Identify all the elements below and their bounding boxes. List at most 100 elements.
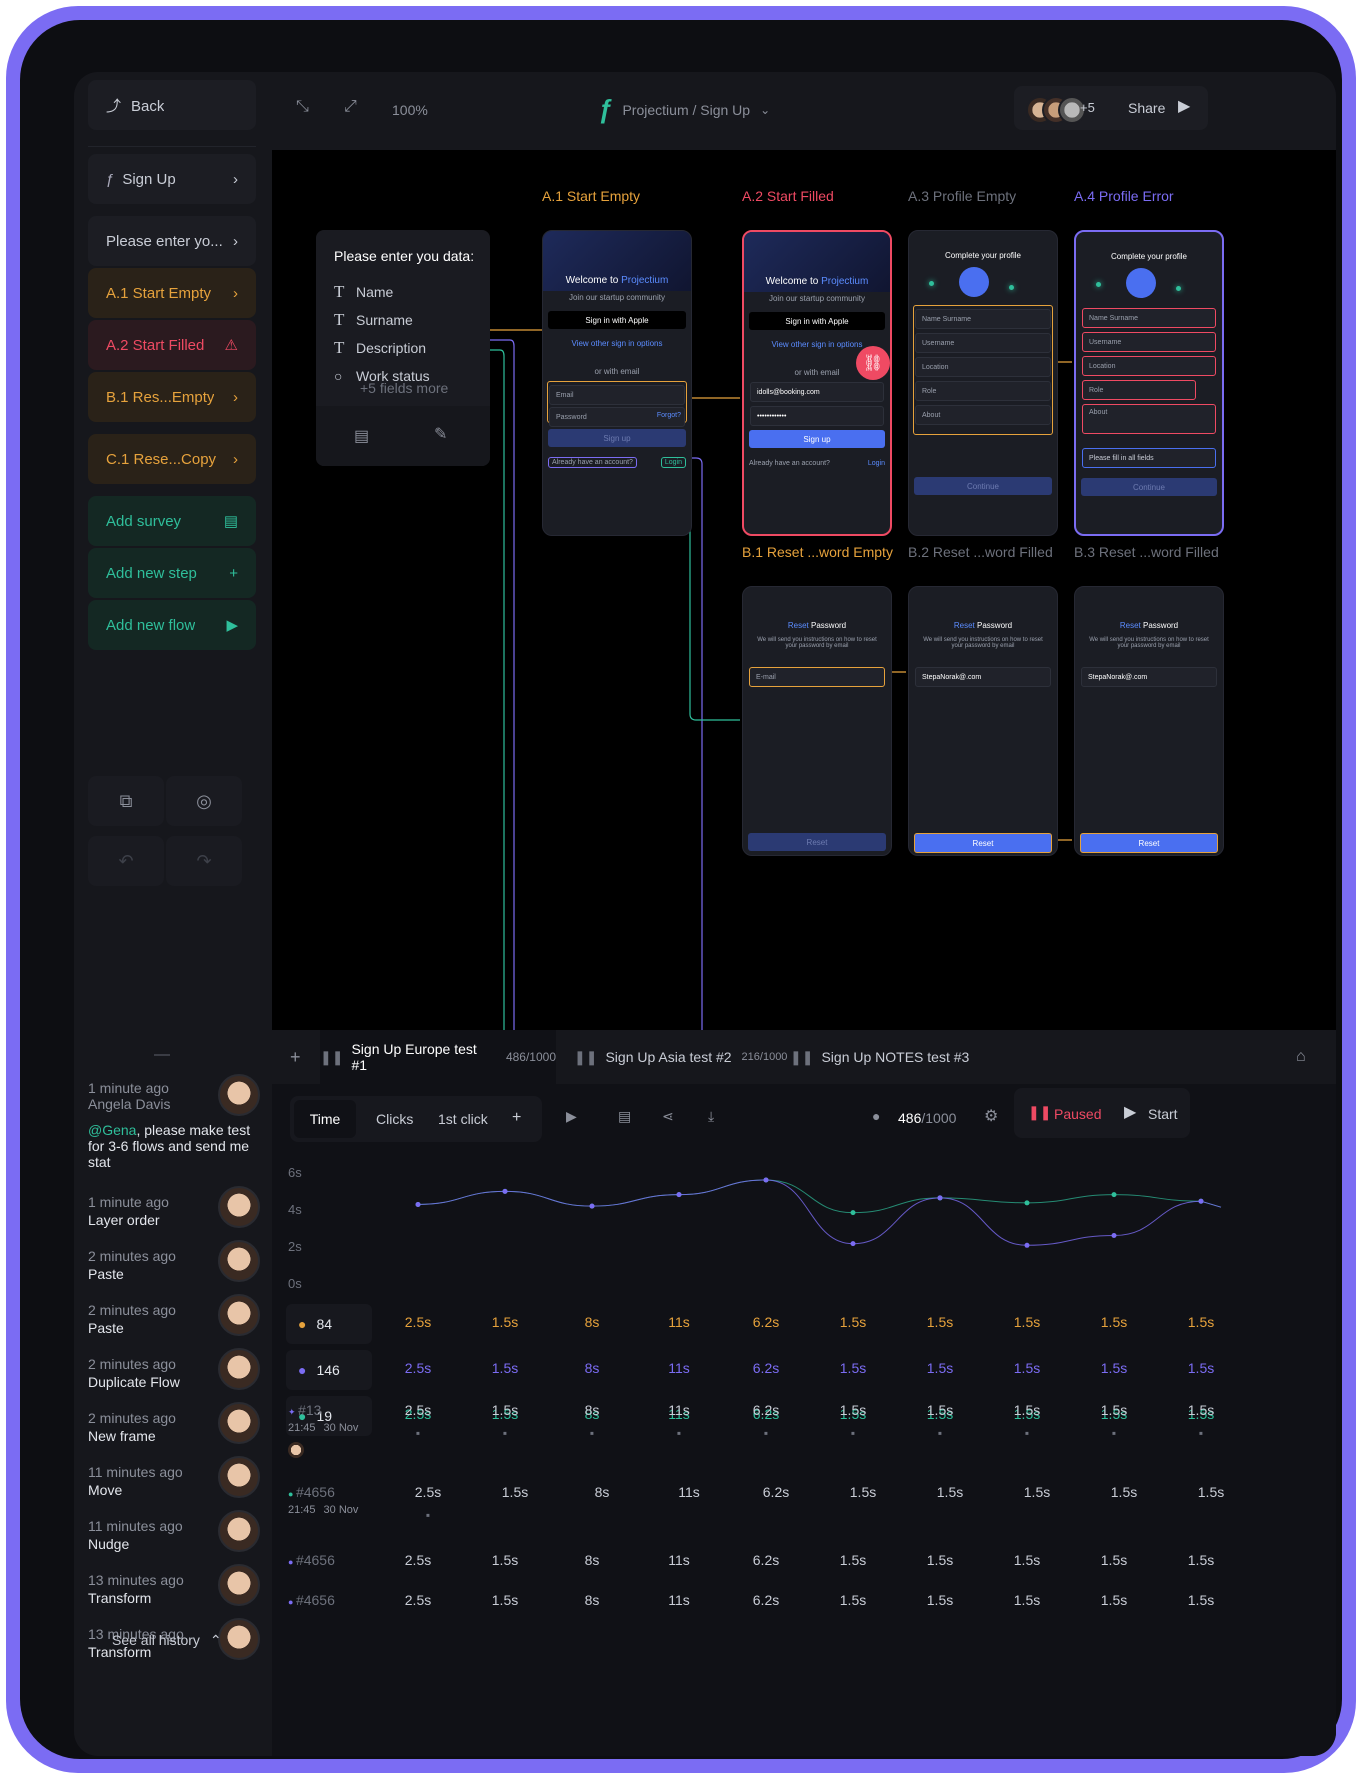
about-field[interactable]: About (915, 405, 1051, 425)
zoom-level[interactable]: 100% (392, 102, 428, 118)
comment-icon[interactable]: ▪ (562, 1426, 622, 1440)
sidebar-item-a2[interactable]: A.2 Start Filled ⚠ (88, 320, 256, 370)
username-field[interactable]: Username (1082, 332, 1216, 352)
frame-b3[interactable]: Reset Password We will send you instruct… (1074, 586, 1224, 856)
data-point[interactable] (589, 1203, 595, 1209)
about-field[interactable]: About (1082, 404, 1216, 434)
session-id[interactable]: ● #4656 (288, 1592, 335, 1608)
copy-icon[interactable]: ⧉ (88, 776, 164, 826)
apple-signin-button[interactable]: Sign in with Apple (749, 312, 885, 330)
play-icon[interactable]: ▶ (1178, 96, 1190, 116)
comment-icon[interactable]: ▪ (736, 1426, 796, 1440)
inbox-icon[interactable]: ⌂ (1296, 1030, 1306, 1084)
reset-button[interactable]: Reset (1080, 833, 1218, 853)
other-options-link[interactable]: View other sign in options (543, 339, 691, 348)
undo-icon[interactable]: ↶ (88, 836, 164, 886)
data-point[interactable] (1111, 1233, 1117, 1238)
password-field[interactable]: •••••••••••• (750, 406, 884, 426)
comment-icon[interactable]: ▪ (649, 1426, 709, 1440)
project-switcher[interactable]: ƒ Projectium / Sign Up ⌄ (598, 94, 770, 125)
location-field[interactable]: Location (915, 357, 1051, 377)
email-field[interactable]: E-mail (749, 667, 885, 687)
reset-button[interactable]: Reset (748, 833, 886, 851)
signup-button[interactable]: Sign up (749, 430, 885, 448)
comment-icon[interactable]: ▪ (997, 1426, 1057, 1440)
frame-a3[interactable]: Complete your profile Name Surname Usern… (908, 230, 1058, 536)
comment-icon[interactable]: ▪ (1171, 1426, 1231, 1440)
reset-button[interactable]: Reset (914, 833, 1052, 853)
share-icon[interactable]: ⋖ (662, 1108, 674, 1125)
add-survey-button[interactable]: Add survey ▤ (88, 496, 256, 546)
data-point[interactable] (1024, 1242, 1030, 1248)
see-all-history-link[interactable]: See all history ⌃ (112, 1632, 222, 1649)
sidebar-item-a1[interactable]: A.1 Start Empty › (88, 268, 256, 318)
sidebar-item-c1[interactable]: C.1 Rese...Copy › (88, 434, 256, 484)
video-icon[interactable]: ▶ (566, 1108, 577, 1125)
user-group-label[interactable]: ● 84 (286, 1304, 372, 1344)
metric-clicks-tab[interactable]: Clicks (376, 1111, 413, 1127)
paused-button[interactable]: Paused (1054, 1106, 1101, 1122)
add-new-step-button[interactable]: Add new step + (88, 548, 256, 598)
comment-icon[interactable]: ▪ (1084, 1426, 1144, 1440)
frame-a4[interactable]: Complete your profile Name Surname Usern… (1074, 230, 1224, 536)
apple-signin-button[interactable]: Sign in with Apple (548, 311, 686, 329)
data-point[interactable] (1198, 1198, 1204, 1204)
data-point[interactable] (676, 1192, 682, 1198)
sidebar-item-please-enter[interactable]: Please enter yo... › (88, 216, 256, 266)
share-button[interactable]: Share (1128, 100, 1165, 116)
session-id[interactable]: ● #4656 (288, 1484, 335, 1500)
start-button[interactable]: Start (1148, 1106, 1178, 1122)
frame-a1[interactable]: Welcome to Projectium Join our startup c… (542, 230, 692, 536)
data-point[interactable] (502, 1188, 508, 1194)
session-id[interactable]: ● #4656 (288, 1552, 335, 1568)
location-field[interactable]: Location (1082, 356, 1216, 376)
data-point[interactable] (415, 1201, 421, 1207)
sidebar-item-b1[interactable]: B.1 Res...Empty › (88, 372, 256, 422)
download-icon[interactable]: ⤓ (708, 1108, 714, 1125)
add-metric-icon[interactable]: + (512, 1109, 521, 1127)
continue-button[interactable]: Continue (914, 477, 1052, 495)
email-field[interactable]: StepaNorak@.com (1081, 667, 1217, 687)
continue-button[interactable]: Continue (1081, 478, 1217, 496)
document-icon[interactable]: ▤ (354, 426, 369, 446)
comment-icon[interactable]: ▪ (823, 1426, 883, 1440)
file-icon[interactable]: ▤ (618, 1108, 631, 1125)
comment-icon[interactable]: ▪ (475, 1426, 535, 1440)
add-tab-icon[interactable]: + (290, 1030, 301, 1084)
user-group-label[interactable]: ● 146 (286, 1350, 372, 1390)
flow-canvas[interactable]: Please enter you data: T Name T Surname TD… (272, 150, 1336, 1030)
email-field[interactable]: StepaNorak@.com (915, 667, 1051, 687)
name-field[interactable]: Name Surname (1082, 308, 1216, 328)
frame-b1[interactable]: Reset Password We will send you instruct… (742, 586, 892, 856)
tab-notes-test[interactable]: ❚❚ Sign Up NOTES test #3 (790, 1030, 969, 1084)
data-point[interactable] (850, 1241, 856, 1247)
comment-icon[interactable]: ▪ (398, 1508, 458, 1522)
session-id[interactable]: ✦ #13 (288, 1402, 321, 1418)
data-point[interactable] (937, 1195, 943, 1201)
add-new-flow-button[interactable]: Add new flow ▶ (88, 600, 256, 650)
data-point[interactable] (1024, 1200, 1030, 1206)
metric-time-tab[interactable]: Time (294, 1100, 356, 1138)
link-icon[interactable]: ⛓ (856, 346, 890, 380)
edit-icon[interactable]: ✎ (434, 424, 447, 444)
more-fields[interactable]: +5 fields more (360, 380, 448, 396)
drag-handle[interactable] (154, 1054, 170, 1056)
comment-icon[interactable]: ▪ (910, 1426, 970, 1440)
role-field[interactable]: Role (915, 381, 1051, 401)
forgot-link[interactable]: Forgot? (657, 412, 681, 419)
data-point[interactable] (1111, 1192, 1117, 1198)
target-icon[interactable]: ◎ (166, 776, 242, 826)
email-field[interactable]: Email (549, 385, 685, 405)
data-point[interactable] (850, 1210, 856, 1216)
signup-button[interactable]: Sign up (548, 429, 686, 447)
login-link[interactable]: Login (868, 460, 885, 467)
gear-icon[interactable]: ⚙ (984, 1106, 998, 1126)
tab-europe-test[interactable]: ❚❚ Sign Up Europe test #1 486/1000 (320, 1030, 556, 1084)
data-input-card[interactable]: Please enter you data: T Name T Surname TD… (316, 230, 490, 466)
sidebar-item-sign-up[interactable]: ƒ Sign Up › (88, 154, 256, 204)
back-button[interactable]: ⤴ Back (88, 80, 256, 130)
role-field[interactable]: Role (1082, 380, 1196, 400)
username-field[interactable]: Username (915, 333, 1051, 353)
frame-b2[interactable]: Reset Password We will send you instruct… (908, 586, 1058, 856)
collapse-icon[interactable]: ⤡ (296, 98, 309, 116)
